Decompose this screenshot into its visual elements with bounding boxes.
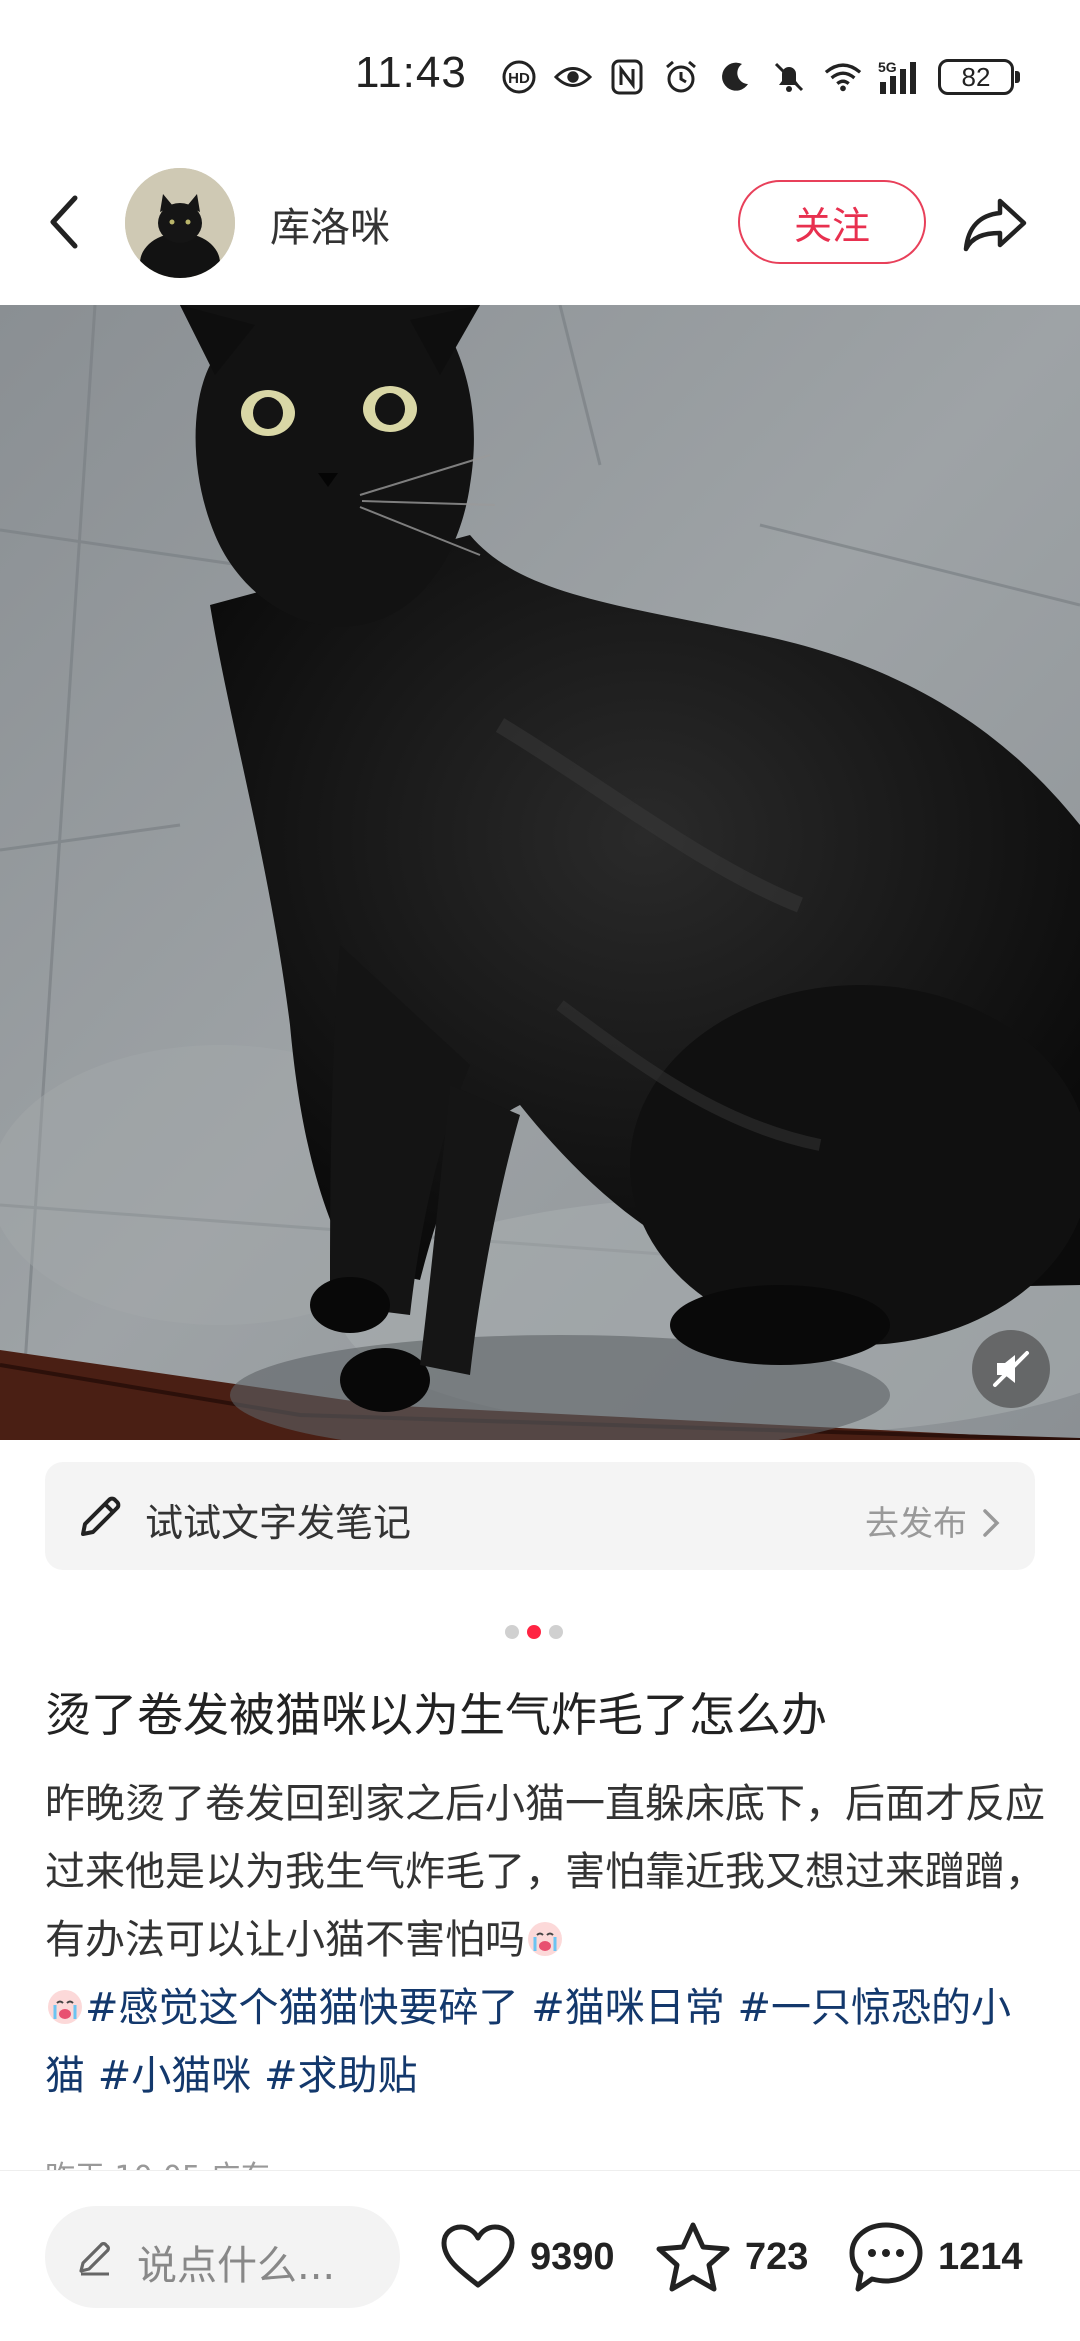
nfc-icon xyxy=(608,58,646,96)
alarm-icon xyxy=(662,58,700,96)
hashtag[interactable]: #猫咪日常 xyxy=(531,1985,725,2031)
like-button[interactable]: 9390 xyxy=(440,2211,615,2303)
post-title: 烫了卷发被猫咪以为生气炸毛了怎么办 xyxy=(45,1688,827,1742)
post-body: 昨晚烫了卷发回到家之后小猫一直躲床底下，后面才反应过来他是以为我生气炸毛了，害怕… xyxy=(45,1770,1045,2110)
moon-icon xyxy=(716,58,754,96)
try-text-note-label: 试试文字发笔记 xyxy=(145,1501,412,1545)
post-header: 库洛咪 关注 xyxy=(0,150,1080,305)
status-icons: HD 5G 82 xyxy=(500,52,1020,102)
hd-icon: HD xyxy=(500,58,538,96)
go-publish-label: 去发布 xyxy=(865,1504,967,1544)
favorite-button[interactable]: 723 xyxy=(655,2211,808,2303)
status-time: 11:43 xyxy=(355,48,467,97)
hashtag[interactable]: #感觉这个猫猫快要碎了 xyxy=(85,1985,519,2031)
hashtag[interactable]: #小猫咪 xyxy=(98,2053,252,2099)
carousel-indicator xyxy=(505,1625,563,1639)
crying-face-emoji xyxy=(528,1922,562,1956)
pen-icon xyxy=(79,2242,110,2276)
speaker-off-icon xyxy=(993,1351,1029,1387)
try-text-note-bar[interactable]: 试试文字发笔记 去发布 xyxy=(45,1462,1035,1570)
bottom-action-bar: 说点什么... 9390 723 1214 xyxy=(0,2170,1080,2341)
comment-count: 1214 xyxy=(938,2235,1023,2278)
like-count: 9390 xyxy=(530,2235,615,2278)
heart-icon xyxy=(441,2224,515,2288)
author-avatar[interactable] xyxy=(125,168,235,278)
favorite-count: 723 xyxy=(745,2235,809,2278)
carousel-dot xyxy=(505,1625,519,1639)
post-image[interactable] xyxy=(0,305,1080,1440)
chevron-left-icon xyxy=(50,195,78,249)
svg-text:HD: HD xyxy=(508,70,530,87)
status-bar: 11:43 HD 5G 82 xyxy=(0,0,1080,150)
mute-bell-icon xyxy=(770,58,808,96)
comment-input[interactable]: 说点什么... xyxy=(45,2206,400,2308)
comments-button[interactable]: 1214 xyxy=(848,2211,1023,2303)
share-button[interactable] xyxy=(955,185,1035,265)
author-name[interactable]: 库洛咪 xyxy=(270,195,390,253)
back-button[interactable] xyxy=(34,182,94,262)
battery-indicator: 82 xyxy=(938,59,1020,95)
post-date: 昨天 10:05 广东 xyxy=(45,2152,271,2170)
crying-face-emoji xyxy=(48,1990,82,2024)
eye-icon xyxy=(554,58,592,96)
signal-icon: 5G xyxy=(878,58,922,96)
chevron-right-icon xyxy=(983,1509,1000,1537)
hashtag[interactable]: #求助贴 xyxy=(264,2053,418,2099)
mute-button[interactable] xyxy=(972,1330,1050,1408)
carousel-dot xyxy=(549,1625,563,1639)
go-publish-link[interactable]: 去发布 xyxy=(865,1496,1001,1545)
star-icon xyxy=(656,2222,730,2292)
follow-button[interactable]: 关注 xyxy=(738,180,926,264)
comment-bubble-icon xyxy=(849,2222,923,2292)
comment-placeholder: 说点什么... xyxy=(137,2243,336,2289)
share-icon xyxy=(963,198,1027,252)
carousel-dot-active xyxy=(527,1625,541,1639)
wifi-icon xyxy=(824,58,862,96)
svg-text:5G: 5G xyxy=(878,59,897,75)
battery-level: 82 xyxy=(961,61,991,92)
pen-icon xyxy=(81,1496,121,1536)
